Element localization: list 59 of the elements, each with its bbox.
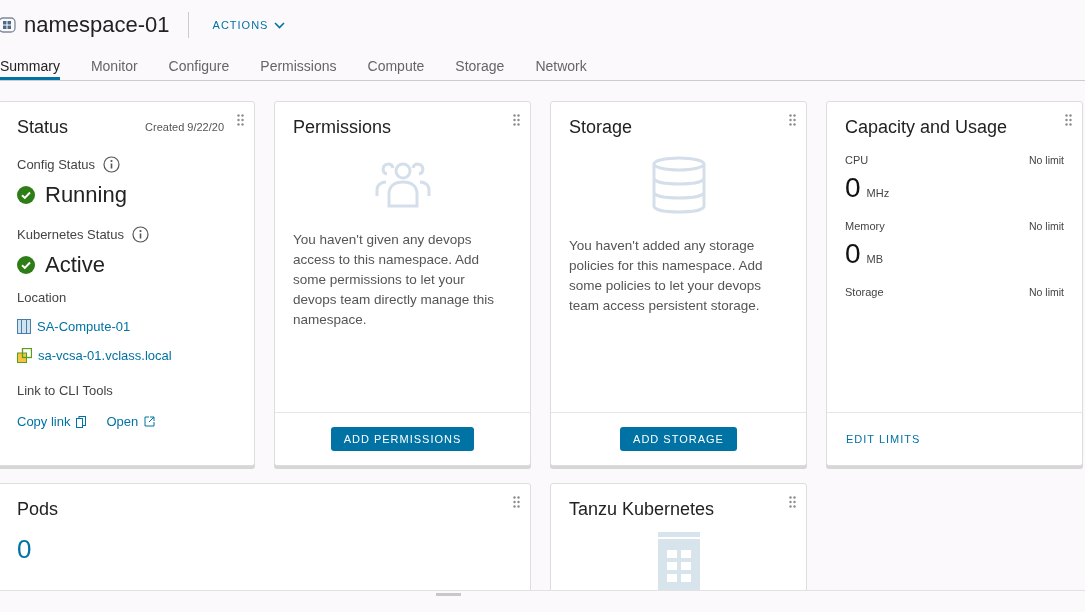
tab[interactable]: Summary — [0, 50, 60, 80]
resize-handle[interactable] — [436, 593, 461, 596]
open-link[interactable]: Open — [106, 414, 156, 429]
actions-menu[interactable]: ACTIONS — [212, 19, 286, 31]
copy-link[interactable]: Copy link — [17, 414, 87, 429]
page-title: namespace-01 — [24, 12, 170, 38]
status-value: Active — [45, 252, 105, 278]
usage-value: 0 — [845, 172, 861, 204]
check-circle-icon — [17, 256, 35, 274]
external-link-icon — [144, 416, 156, 427]
resource-label: CPU — [845, 154, 869, 166]
card-title: Capacity and Usage — [845, 117, 1009, 138]
tab[interactable]: Storage — [455, 50, 505, 80]
drag-handle-icon[interactable] — [513, 496, 520, 510]
location-link[interactable]: SA-Compute-01 — [17, 319, 236, 334]
location-link[interactable]: sa-vcsa-01.vclass.local — [17, 348, 236, 363]
drag-handle-icon[interactable] — [237, 114, 244, 128]
empty-message: You haven't added any storage policies for this namespace. Add some policies to let your devops team access persistent storage. — [569, 237, 764, 315]
usage-value: 0 — [845, 238, 861, 270]
card-title: Pods — [17, 499, 60, 520]
drag-handle-icon[interactable] — [1065, 114, 1072, 128]
status-label: Kubernetes Status — [17, 227, 124, 242]
tab[interactable]: Permissions — [260, 50, 337, 80]
edit-limits-button[interactable]: EDIT LIMITS — [846, 433, 921, 445]
cli-label: Link to CLI Tools — [17, 383, 113, 398]
resource-label: Storage — [845, 286, 884, 298]
vcenter-icon — [17, 348, 32, 363]
cluster-icon — [17, 319, 31, 334]
tab[interactable]: Network — [535, 50, 587, 80]
drag-handle-icon[interactable] — [513, 114, 520, 128]
status-label: Config Status — [17, 157, 96, 172]
tab[interactable]: Configure — [168, 50, 230, 80]
drag-handle-icon[interactable] — [789, 496, 796, 510]
add-button[interactable]: ADD STORAGE — [620, 427, 737, 451]
resource-label: Memory — [845, 220, 885, 232]
unit-label: MB — [866, 253, 884, 265]
add-button[interactable]: ADD PERMISSIONS — [330, 427, 475, 451]
card-title: Tanzu Kubernetes — [569, 499, 716, 520]
limit-text: No limit — [1029, 286, 1064, 298]
check-circle-icon — [17, 186, 35, 204]
tab[interactable]: Monitor — [90, 50, 138, 80]
tab[interactable]: Compute — [367, 50, 425, 80]
limit-text: No limit — [1029, 220, 1064, 232]
card-title: Storage — [569, 117, 634, 138]
database-icon — [650, 156, 707, 214]
status-value: Running — [45, 182, 127, 208]
unit-label: MHz — [866, 187, 890, 199]
card-title: Status — [17, 117, 69, 138]
pod-count[interactable]: 0 — [17, 534, 512, 565]
drag-handle-icon[interactable] — [789, 114, 796, 128]
card-title: Permissions — [293, 117, 393, 138]
created-date: Created 9/22/20 — [145, 121, 224, 133]
location-label: Location — [17, 290, 67, 305]
empty-message: You haven't given any devops access to this namespace. Add some permissions to let your devops team directly manage this namespace. — [293, 231, 496, 329]
info-icon[interactable] — [131, 226, 149, 243]
limit-text: No limit — [1029, 154, 1064, 166]
copy-icon — [76, 415, 87, 428]
info-icon[interactable] — [103, 156, 121, 173]
chevron-down-icon — [274, 21, 286, 29]
